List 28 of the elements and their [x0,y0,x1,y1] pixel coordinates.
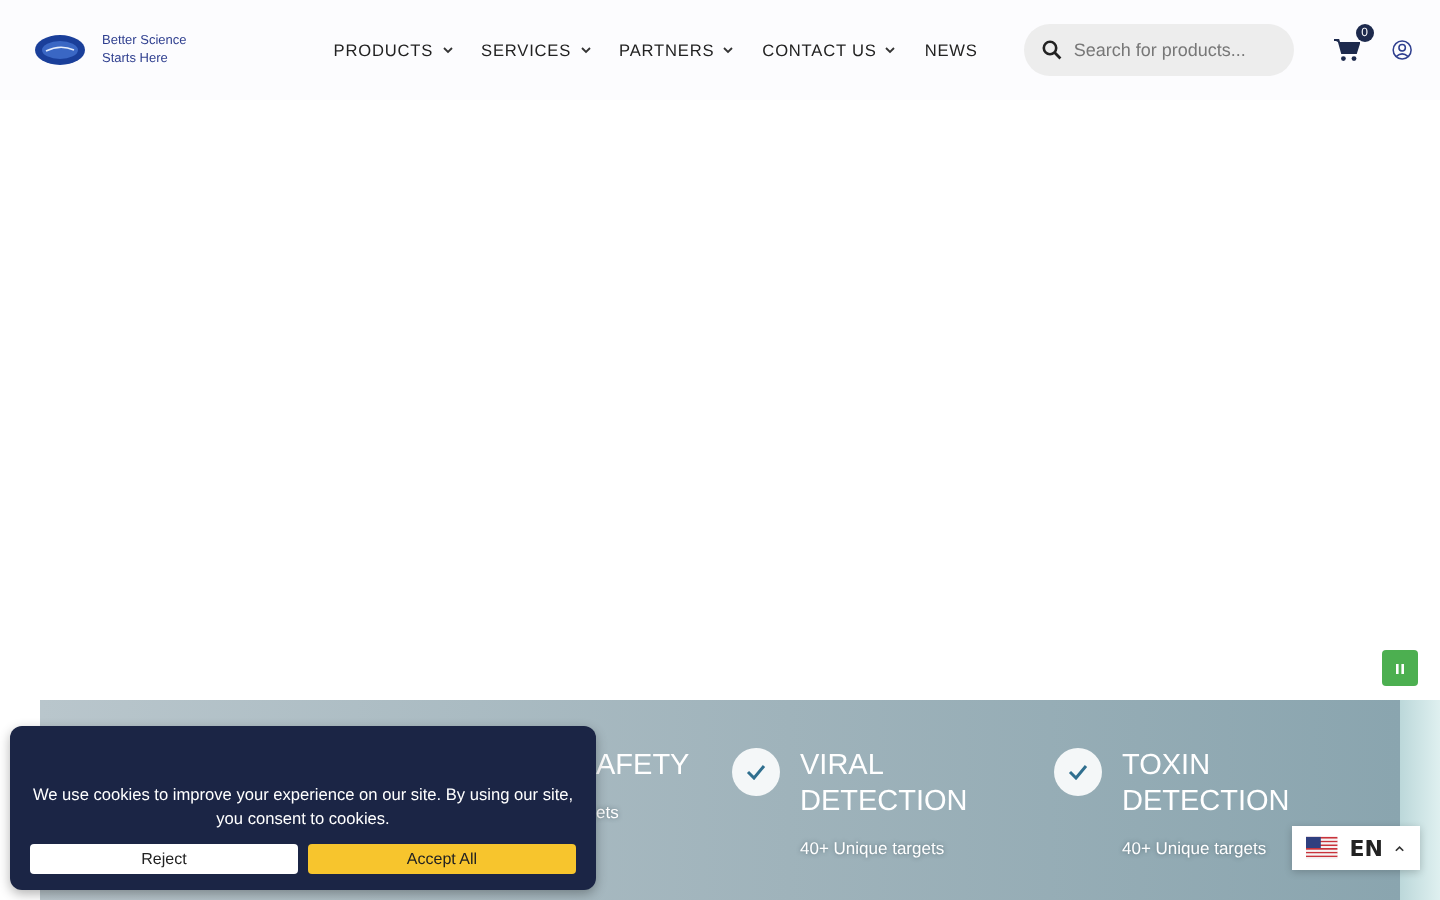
nav-link[interactable]: PARTNERS [619,40,735,60]
language-switcher[interactable]: EN [1292,826,1420,870]
pause-icon [1396,663,1404,673]
cookie-message: We use cookies to improve your experience on our site. By using our site, you consent to cookies. [30,782,576,830]
reject-button[interactable]: Reject [30,844,298,874]
feature-title: TOXIN DETECTION [1122,748,1292,820]
nav-link[interactable]: SERVICES [481,40,592,60]
nav-link[interactable]: NEWS [924,40,978,60]
logo-icon[interactable] [34,34,86,66]
feature-subtitle: ets [596,802,619,822]
cart-icon[interactable] [1333,38,1360,62]
user-account-icon[interactable] [1391,38,1412,62]
caret-icon [884,46,897,54]
caret-icon [579,46,592,54]
caret-icon [722,46,735,54]
pause-button[interactable] [1382,650,1418,686]
feature-subtitle: 40+ Unique targets [1122,838,1267,858]
nav-link[interactable]: CONTACT US [762,40,897,60]
search-bar[interactable]: Search for products... [1023,24,1294,76]
caret-icon [441,46,454,54]
flag-icon [1306,836,1338,860]
search-icon [1041,40,1062,60]
caret-icon [1394,844,1406,852]
feature-subtitle: 40+ Unique targets [800,838,945,858]
feature-title: VIRAL DETECTION [800,748,970,820]
nav-link[interactable]: PRODUCTS [333,40,454,60]
accept-button[interactable]: Accept All [308,844,576,874]
search-input[interactable]: Search for products... [1073,40,1274,60]
